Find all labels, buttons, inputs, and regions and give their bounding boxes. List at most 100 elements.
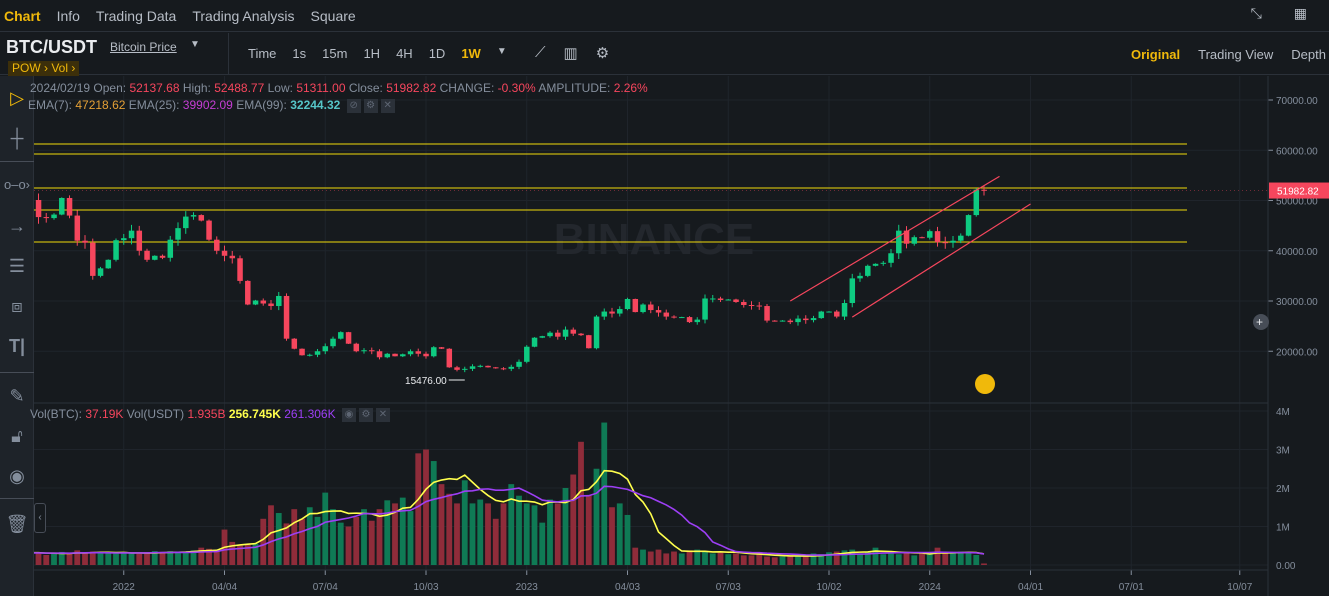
tab-chart[interactable]: Chart xyxy=(4,8,41,24)
volume-bar xyxy=(795,555,801,565)
eye-icon[interactable]: ◉ xyxy=(0,466,34,487)
crosshair-icon[interactable]: ┼ xyxy=(0,128,34,149)
volume-bar xyxy=(717,552,724,565)
candle-body xyxy=(322,346,329,352)
interval-4h[interactable]: 4H xyxy=(396,46,413,61)
change-value: -0.30% xyxy=(497,81,536,95)
volume-bar xyxy=(957,551,964,565)
tab-info[interactable]: Info xyxy=(57,8,80,24)
ema7-value: 47218.62 xyxy=(75,98,126,112)
candle-body xyxy=(252,300,259,305)
view-original[interactable]: Original xyxy=(1131,47,1180,62)
candle-body xyxy=(624,298,631,310)
chevron-down-icon[interactable]: ▼ xyxy=(190,39,200,50)
settings-icon[interactable]: ⚙ xyxy=(363,98,378,113)
last-price-label: 51982.82 xyxy=(1277,187,1319,198)
candle-body xyxy=(376,351,383,358)
event-marker-icon[interactable] xyxy=(975,374,995,394)
interval-1w[interactable]: 1W xyxy=(461,46,481,61)
time-tick-label: 2023 xyxy=(516,582,539,593)
collapse-icon[interactable]: ⤡ xyxy=(1251,5,1262,22)
indicators-icon[interactable]: ⟋ xyxy=(535,44,546,62)
volume-bar xyxy=(585,495,592,565)
pattern-tool-icon[interactable]: ⧈ xyxy=(0,296,34,317)
volume-bar xyxy=(942,552,949,565)
volume-bar xyxy=(477,499,484,565)
candle-body xyxy=(423,353,429,357)
candle-body xyxy=(214,239,220,251)
interval-time[interactable]: Time xyxy=(248,46,276,61)
candle-body xyxy=(803,318,809,321)
candle-body xyxy=(438,347,445,349)
volume-bar xyxy=(903,552,910,565)
interval-1d[interactable]: 1D xyxy=(429,46,446,61)
volume-bar xyxy=(888,553,894,565)
volume-tick-label: 4M xyxy=(1276,407,1290,418)
volume-bar xyxy=(469,503,476,565)
candle-body xyxy=(872,263,879,266)
text-tool-icon[interactable]: T| xyxy=(0,336,34,357)
chart-header: BTC/USDT Bitcoin Price ▼ POW › Vol › Tim… xyxy=(0,33,1329,76)
grid-layout-icon[interactable]: ▦ xyxy=(1294,5,1307,22)
view-depth[interactable]: Depth xyxy=(1291,47,1326,62)
volume-bar xyxy=(128,553,135,565)
close-icon[interactable]: ✕ xyxy=(380,98,395,113)
candle-body xyxy=(857,275,863,279)
time-tick-label: 2024 xyxy=(919,582,942,593)
trend-line-icon[interactable]: o–o› xyxy=(0,177,34,192)
measure-icon[interactable]: ✎ xyxy=(0,386,34,407)
settings-gear-icon[interactable]: ⚙ xyxy=(596,44,609,62)
interval-15m[interactable]: 15m xyxy=(322,46,347,61)
tag-badges[interactable]: POW › Vol › xyxy=(8,61,80,76)
interval-more-icon[interactable]: ▼ xyxy=(497,46,507,61)
bitcoin-price-link[interactable]: Bitcoin Price xyxy=(110,40,177,54)
volume-bar xyxy=(144,552,150,565)
view-trading-view[interactable]: Trading View xyxy=(1198,47,1273,62)
tab-trading-analysis[interactable]: Trading Analysis xyxy=(192,8,294,24)
interval-1s[interactable]: 1s xyxy=(292,46,306,61)
volume-bar xyxy=(702,551,708,565)
templates-icon[interactable]: ▥ xyxy=(564,44,578,62)
watermark: BINANCE xyxy=(554,215,754,264)
candle-body xyxy=(206,220,212,240)
volume-bar xyxy=(461,480,468,565)
volume-bar xyxy=(771,557,778,565)
volume-bar xyxy=(485,503,491,565)
divider xyxy=(228,33,229,75)
candle-body xyxy=(105,259,112,269)
lock-icon[interactable]: 🔓︎ xyxy=(0,426,34,447)
time-tick-label: 04/04 xyxy=(212,582,237,593)
volume-bar xyxy=(554,503,561,565)
tab-square[interactable]: Square xyxy=(311,8,356,24)
candle-body xyxy=(810,318,817,321)
candle-body xyxy=(74,215,81,241)
candle-body xyxy=(237,258,243,281)
candle-body xyxy=(655,310,662,313)
price-chart[interactable]: 70000.0060000.0050000.0040000.0030000.00… xyxy=(34,76,1329,596)
volume-bar xyxy=(539,522,546,565)
candle-body xyxy=(888,253,894,263)
high-value: 52488.77 xyxy=(214,81,265,95)
candle-body xyxy=(779,320,786,322)
interval-1h[interactable]: 1H xyxy=(363,46,380,61)
trash-icon[interactable]: 🗑︎ xyxy=(0,514,34,535)
candle-body xyxy=(268,303,274,307)
eye-icon[interactable]: ◉ xyxy=(341,407,356,422)
hide-eye-icon[interactable]: ⊘ xyxy=(346,98,361,113)
candle-body xyxy=(826,311,832,313)
volume-bar xyxy=(616,503,623,565)
candle-body xyxy=(919,237,925,239)
collapse-toolbar-button[interactable]: ‹ xyxy=(34,503,46,533)
volume-bar xyxy=(880,554,887,565)
candle-body xyxy=(795,318,801,323)
arrow-tool-icon[interactable]: → xyxy=(0,216,34,237)
volume-bar xyxy=(748,555,755,565)
fib-tool-icon[interactable]: ☰ xyxy=(0,256,34,277)
volume-bar xyxy=(182,552,189,565)
candle-body xyxy=(570,329,577,334)
candle-body xyxy=(128,230,135,239)
settings-icon[interactable]: ⚙ xyxy=(358,407,373,422)
close-icon[interactable]: ✕ xyxy=(375,407,390,422)
amplitude-label: AMPLITUDE: xyxy=(538,81,611,95)
tab-trading-data[interactable]: Trading Data xyxy=(96,8,176,24)
